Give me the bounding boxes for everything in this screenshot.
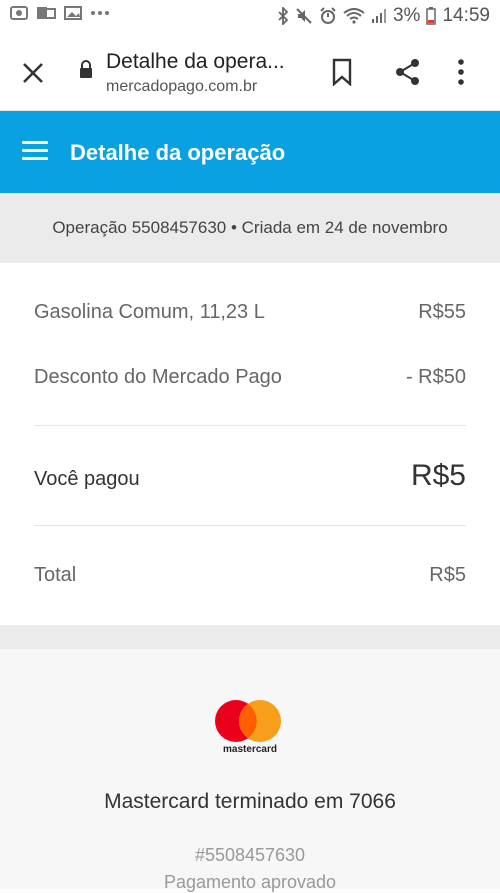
operation-number: #5508457630 xyxy=(194,845,306,865)
close-icon[interactable] xyxy=(18,58,48,88)
summary-paid: Você pagou R$5 xyxy=(34,459,466,493)
section-separator xyxy=(0,625,500,649)
wifi-icon xyxy=(343,8,365,24)
hamburger-menu-icon[interactable] xyxy=(22,141,48,165)
paid-label: Você pagou xyxy=(34,468,140,490)
item-label: Desconto do Mercado Pago xyxy=(34,366,282,388)
total-label: Total xyxy=(34,564,77,586)
outlook-notification-icon xyxy=(36,6,56,20)
more-notifications-icon xyxy=(90,10,110,16)
divider xyxy=(34,425,466,426)
item-value: R$55 xyxy=(418,301,466,323)
payment-summary: Gasolina Comum, 11,23 L R$55 Desconto do… xyxy=(0,263,500,625)
paid-value: R$5 xyxy=(410,459,466,492)
summary-item-fuel: Gasolina Comum, 11,23 L R$55 xyxy=(34,301,466,324)
browser-url[interactable]: mercadopago.com.br xyxy=(106,78,257,96)
status-bar: 3% 14:59 xyxy=(0,0,500,34)
share-icon[interactable] xyxy=(394,58,422,91)
gallery-notification-icon xyxy=(64,6,82,20)
payment-status: Pagamento aprovado xyxy=(163,872,337,892)
more-options-icon[interactable] xyxy=(456,58,466,91)
browser-toolbar: Detalhe da opera... mercadopago.com.br xyxy=(0,34,500,111)
bookmark-icon[interactable] xyxy=(330,58,354,91)
page-title: Detalhe da operação xyxy=(70,140,286,165)
operation-info: Operação 5508457630 • Criada em 24 de no… xyxy=(0,193,500,263)
app-header: Detalhe da operação xyxy=(0,111,500,193)
bluetooth-icon xyxy=(277,7,289,25)
summary-item-discount: Desconto do Mercado Pago - R$50 xyxy=(34,366,466,389)
lock-icon xyxy=(78,59,94,84)
item-value: - R$50 xyxy=(405,366,466,388)
card-description: Mastercard terminado em 7066 xyxy=(104,790,396,813)
mute-icon xyxy=(295,7,313,25)
photo-notification-icon xyxy=(10,6,28,20)
item-label: Gasolina Comum, 11,23 L xyxy=(34,301,265,323)
browser-page-title: Detalhe da opera... xyxy=(106,50,285,73)
payment-method: mastercard Mastercard terminado em 7066 … xyxy=(0,649,500,892)
divider xyxy=(34,525,466,526)
clock: 14:59 xyxy=(442,5,490,26)
battery-percent: 3% xyxy=(392,5,421,26)
battery-icon xyxy=(426,7,437,25)
signal-icon xyxy=(371,8,387,24)
summary-total: Total R$5 xyxy=(34,564,466,587)
total-value: R$5 xyxy=(429,564,466,586)
mastercard-wordmark: mastercard xyxy=(223,744,277,755)
alarm-icon xyxy=(319,7,337,25)
